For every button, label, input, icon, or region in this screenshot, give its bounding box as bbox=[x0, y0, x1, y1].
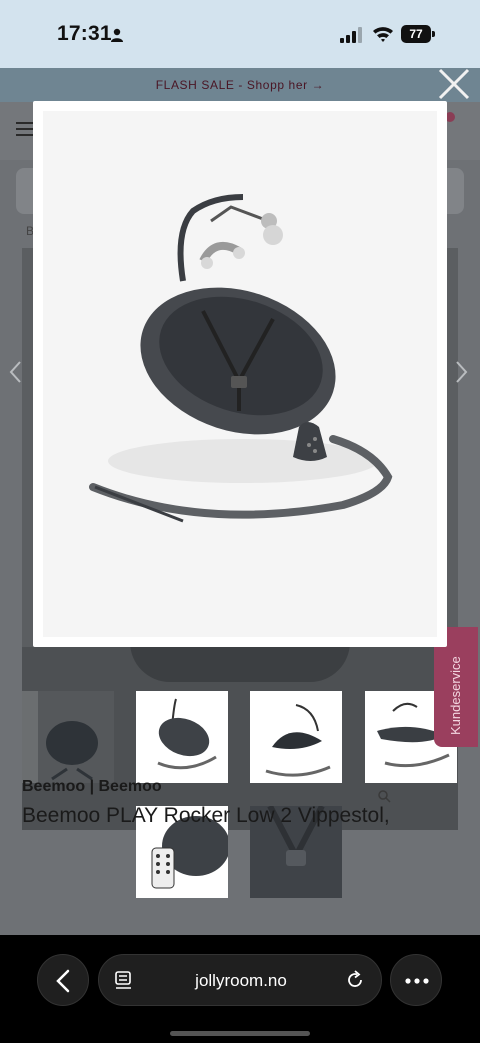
thumbnail-3[interactable] bbox=[250, 691, 342, 783]
back-button[interactable] bbox=[37, 954, 89, 1006]
gallery-seat-edge bbox=[130, 642, 350, 682]
wifi-icon bbox=[373, 27, 393, 42]
status-time: 17:31 bbox=[57, 22, 112, 45]
image-modal bbox=[33, 101, 447, 647]
home-indicator bbox=[170, 1031, 310, 1036]
customer-service-label: Kundeservice bbox=[448, 656, 463, 735]
chevron-left-icon[interactable] bbox=[8, 360, 22, 384]
chevron-right-icon[interactable] bbox=[455, 360, 469, 384]
browser-toolbar: jollyroom.no bbox=[0, 935, 480, 1043]
modal-product-image bbox=[43, 111, 437, 637]
url-text: jollyroom.no bbox=[195, 971, 287, 990]
menu-icon[interactable] bbox=[16, 122, 34, 136]
status-bar: 17:31 77 bbox=[0, 0, 480, 68]
battery-icon: 77 bbox=[401, 25, 435, 43]
zoom-icon[interactable] bbox=[377, 789, 391, 803]
back-icon bbox=[56, 969, 70, 993]
thumbnail-2[interactable] bbox=[136, 691, 228, 783]
signal-icon bbox=[340, 27, 362, 43]
more-button[interactable] bbox=[390, 954, 442, 1006]
thumbnail-1[interactable] bbox=[22, 691, 114, 783]
flash-sale-banner[interactable]: FLASH SALE - Shopp her → bbox=[0, 68, 480, 102]
person-icon bbox=[111, 28, 123, 42]
flash-sale-text: FLASH SALE - Shopp her → bbox=[155, 78, 325, 92]
product-title: Beemoo PLAY Rocker Low 2 Vippestol, bbox=[22, 804, 390, 827]
more-icon bbox=[405, 978, 429, 984]
product-brand[interactable]: Beemoo | Beemoo bbox=[22, 778, 162, 796]
close-icon[interactable] bbox=[436, 66, 472, 102]
reload-icon[interactable] bbox=[345, 970, 365, 990]
battery-level: 77 bbox=[401, 25, 431, 43]
address-bar[interactable]: jollyroom.no bbox=[98, 954, 382, 1006]
